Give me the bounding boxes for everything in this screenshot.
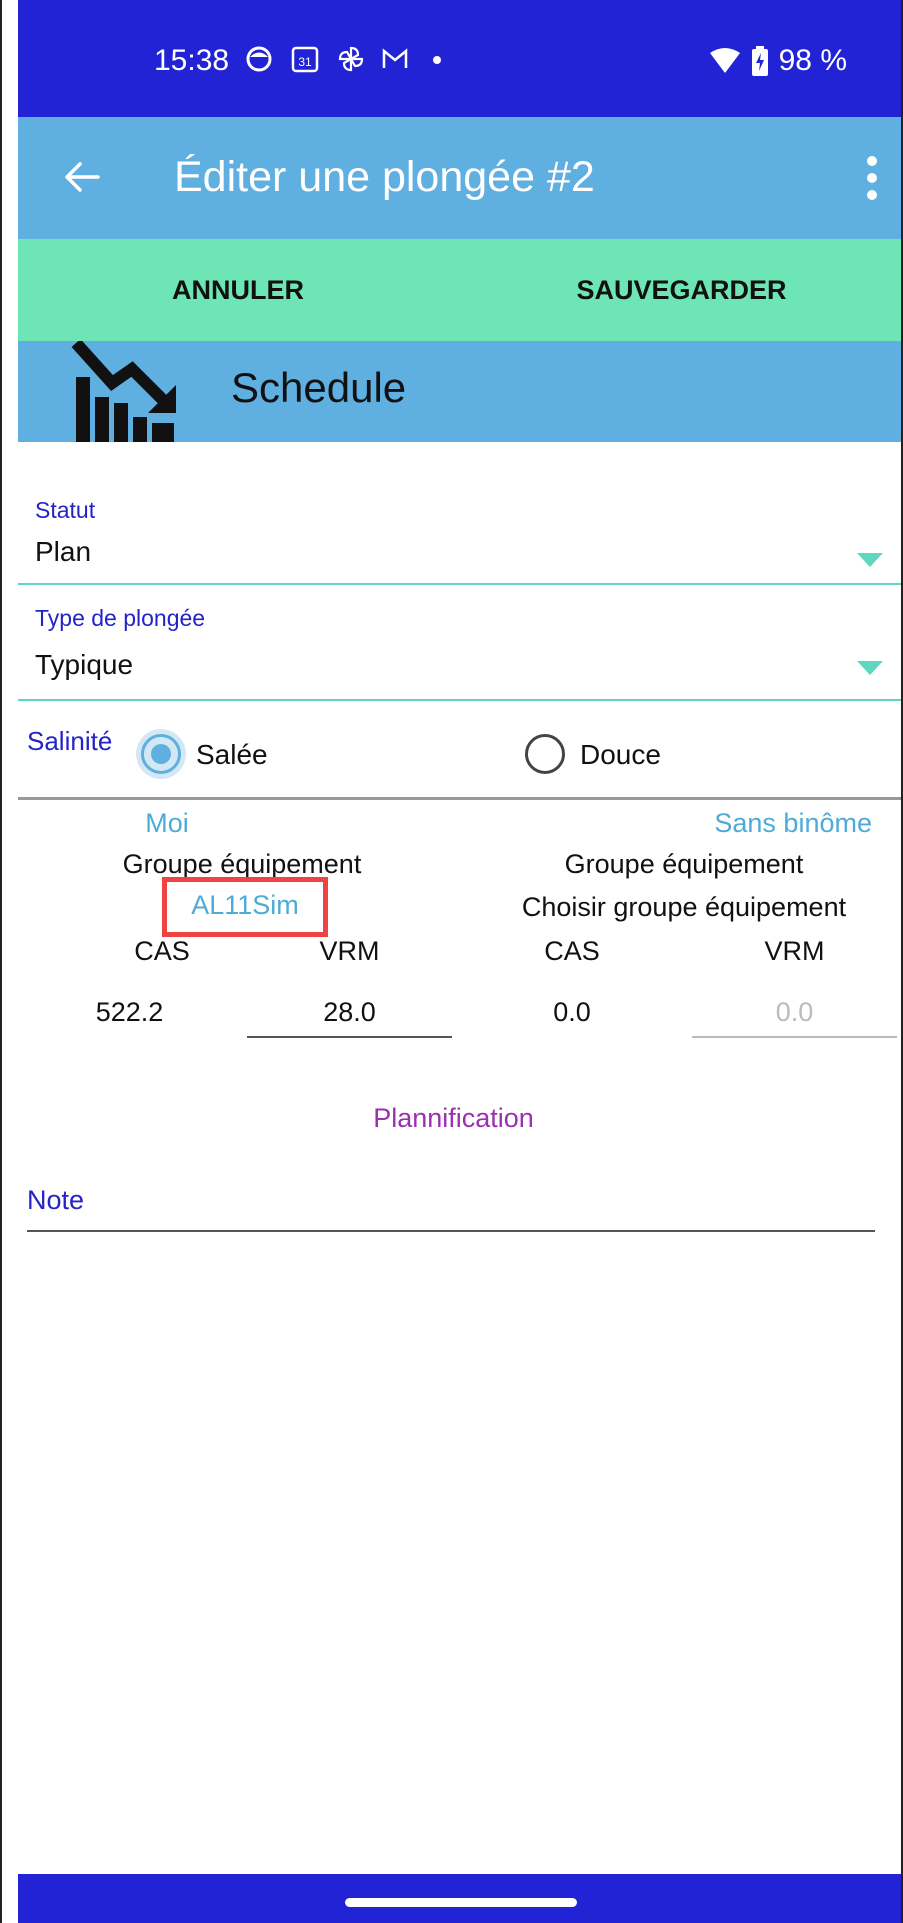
schedule-header: Schedule xyxy=(18,341,901,442)
gmail-icon xyxy=(382,48,408,68)
face-icon xyxy=(246,46,272,72)
svg-text:31: 31 xyxy=(298,55,312,69)
vrm-underline xyxy=(247,1036,452,1038)
gear-group-label: Groupe équipement xyxy=(122,849,362,879)
status-right: 98 % xyxy=(709,44,847,78)
battery-level: 98 % xyxy=(778,44,847,77)
more-vert-icon[interactable] xyxy=(865,155,879,201)
status-label: Statut xyxy=(35,497,96,523)
buddy-cas-label: CAS xyxy=(544,936,600,966)
arrow-left-icon[interactable] xyxy=(60,155,104,199)
cas-value: 522.2 xyxy=(95,997,164,1027)
note-label[interactable]: Note xyxy=(27,1185,84,1216)
action-bar: ANNULER SAUVEGARDER xyxy=(18,239,901,341)
status-value[interactable]: Plan xyxy=(35,536,91,568)
buddy-vrm-label: VRM xyxy=(764,936,825,966)
pinwheel-icon xyxy=(338,46,364,72)
dive-type-value[interactable]: Typique xyxy=(35,649,133,681)
radio-douce-label[interactable]: Douce xyxy=(580,739,661,771)
salinity-label: Salinité xyxy=(27,726,113,756)
status-bar: 15:38 31 98 % xyxy=(18,0,901,117)
vrm-input[interactable]: 28.0 xyxy=(247,997,452,1028)
schedule-title: Schedule xyxy=(231,364,407,411)
save-button[interactable]: SAUVEGARDER xyxy=(458,239,901,341)
battery-charging-icon xyxy=(751,46,768,76)
cancel-button[interactable]: ANNULER xyxy=(18,239,458,341)
phone-screen: 15:38 31 98 % Éditer une plongée #2 ANNU… xyxy=(0,0,903,1923)
dropdown-arrow-icon[interactable] xyxy=(857,661,883,675)
radio-douce[interactable] xyxy=(525,734,565,774)
buddy-vrm-input[interactable]: 0.0 xyxy=(692,997,897,1028)
salinity-divider xyxy=(18,797,901,800)
buddy-cas-value: 0.0 xyxy=(553,997,591,1027)
dive-type-underline xyxy=(18,699,901,701)
calendar-icon: 31 xyxy=(291,46,319,73)
radio-salee-label[interactable]: Salée xyxy=(196,739,268,771)
dot-icon xyxy=(433,56,441,64)
radio-salee[interactable] xyxy=(141,734,181,774)
vrm-label: VRM xyxy=(319,936,380,966)
trending-down-chart-icon xyxy=(71,341,176,442)
wifi-icon xyxy=(709,48,740,73)
status-underline xyxy=(18,583,901,585)
dive-type-label: Type de plongée xyxy=(35,605,206,631)
status-time: 15:38 xyxy=(154,44,230,77)
buddy-gear-group-label: Groupe équipement xyxy=(564,849,804,879)
buddy-vrm-underline xyxy=(692,1036,897,1038)
home-handle[interactable] xyxy=(345,1898,577,1907)
diver-me-label: Moi xyxy=(145,808,189,838)
dropdown-arrow-icon[interactable] xyxy=(857,553,883,567)
buddy-gear-group-value[interactable]: Choisir groupe équipement xyxy=(484,892,884,923)
app-bar: Éditer une plongée #2 xyxy=(18,117,901,239)
planning-link[interactable]: Plannification xyxy=(2,1103,901,1134)
buddy-label: Sans binôme xyxy=(714,808,872,838)
cas-label: CAS xyxy=(134,936,190,966)
note-underline xyxy=(27,1230,875,1232)
page-title: Éditer une plongée #2 xyxy=(174,153,595,201)
navigation-bar xyxy=(18,1874,901,1923)
highlight-box xyxy=(162,877,328,937)
